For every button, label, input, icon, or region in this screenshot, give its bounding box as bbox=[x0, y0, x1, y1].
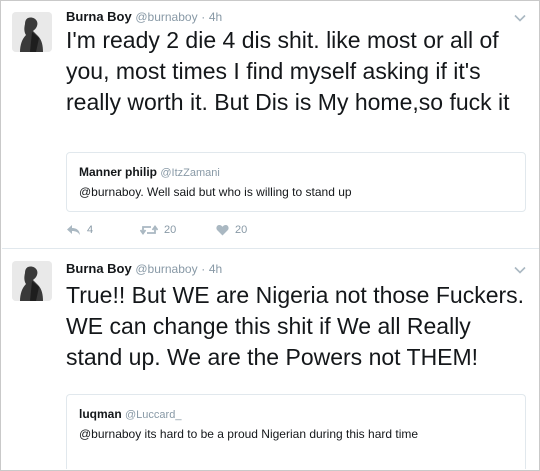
quoted-tweet-text: @burnaboy. Well said but who is willing … bbox=[79, 185, 352, 199]
avatar[interactable] bbox=[12, 12, 52, 52]
like-button[interactable]: 20 bbox=[216, 224, 247, 236]
chevron-down-icon[interactable] bbox=[513, 11, 527, 25]
retweet-icon bbox=[140, 224, 158, 236]
retweet-count: 20 bbox=[164, 224, 177, 236]
author-name[interactable]: Burna Boy bbox=[66, 9, 132, 24]
reply-count: 4 bbox=[87, 224, 94, 236]
tweet[interactable]: Burna Boy @burnaboy · 4h True!! But WE a… bbox=[2, 248, 539, 471]
quoted-tweet-header: Manner philip @ItzZamani bbox=[79, 165, 220, 179]
chevron-down-icon[interactable] bbox=[513, 263, 527, 277]
quoted-tweet-text: @burnaboy its hard to be a proud Nigeria… bbox=[79, 427, 419, 441]
tweet-text: I'm ready 2 die 4 dis shit. like most or… bbox=[66, 27, 510, 115]
author-name[interactable]: Burna Boy bbox=[66, 261, 132, 276]
quoted-author-name: luqman bbox=[79, 407, 122, 421]
reply-button[interactable]: 4 bbox=[66, 224, 93, 236]
quoted-tweet[interactable]: Manner philip @ItzZamani @burnaboy. Well… bbox=[66, 152, 526, 212]
reply-icon bbox=[66, 224, 81, 236]
timestamp[interactable]: 4h bbox=[209, 262, 222, 276]
retweet-button[interactable]: 20 bbox=[140, 224, 176, 236]
quoted-author-name: Manner philip bbox=[79, 165, 157, 179]
timestamp[interactable]: 4h bbox=[209, 10, 222, 24]
author-handle[interactable]: @burnaboy bbox=[135, 10, 197, 24]
heart-icon bbox=[216, 224, 229, 236]
quoted-tweet[interactable]: luqman @Luccard_ @burnaboy its hard to b… bbox=[66, 394, 526, 469]
avatar[interactable] bbox=[12, 261, 52, 301]
quoted-tweet-header: luqman @Luccard_ bbox=[79, 407, 181, 421]
author-handle[interactable]: @burnaboy bbox=[135, 262, 197, 276]
tweet-text: True!! But WE are Nigeria not those Fuck… bbox=[66, 282, 525, 370]
like-count: 20 bbox=[235, 224, 248, 236]
quoted-author-handle: @ItzZamani bbox=[160, 167, 220, 179]
tweet[interactable]: Burna Boy @burnaboy · 4h I'm ready 2 die… bbox=[2, 2, 539, 247]
quoted-author-handle: @Luccard_ bbox=[125, 409, 182, 421]
separator: · bbox=[201, 262, 206, 276]
tweet-header: Burna Boy @burnaboy · 4h bbox=[66, 9, 222, 25]
separator: · bbox=[201, 10, 206, 24]
tweet-header: Burna Boy @burnaboy · 4h bbox=[66, 261, 222, 277]
tweet-feed: Burna Boy @burnaboy · 4h I'm ready 2 die… bbox=[0, 0, 540, 471]
